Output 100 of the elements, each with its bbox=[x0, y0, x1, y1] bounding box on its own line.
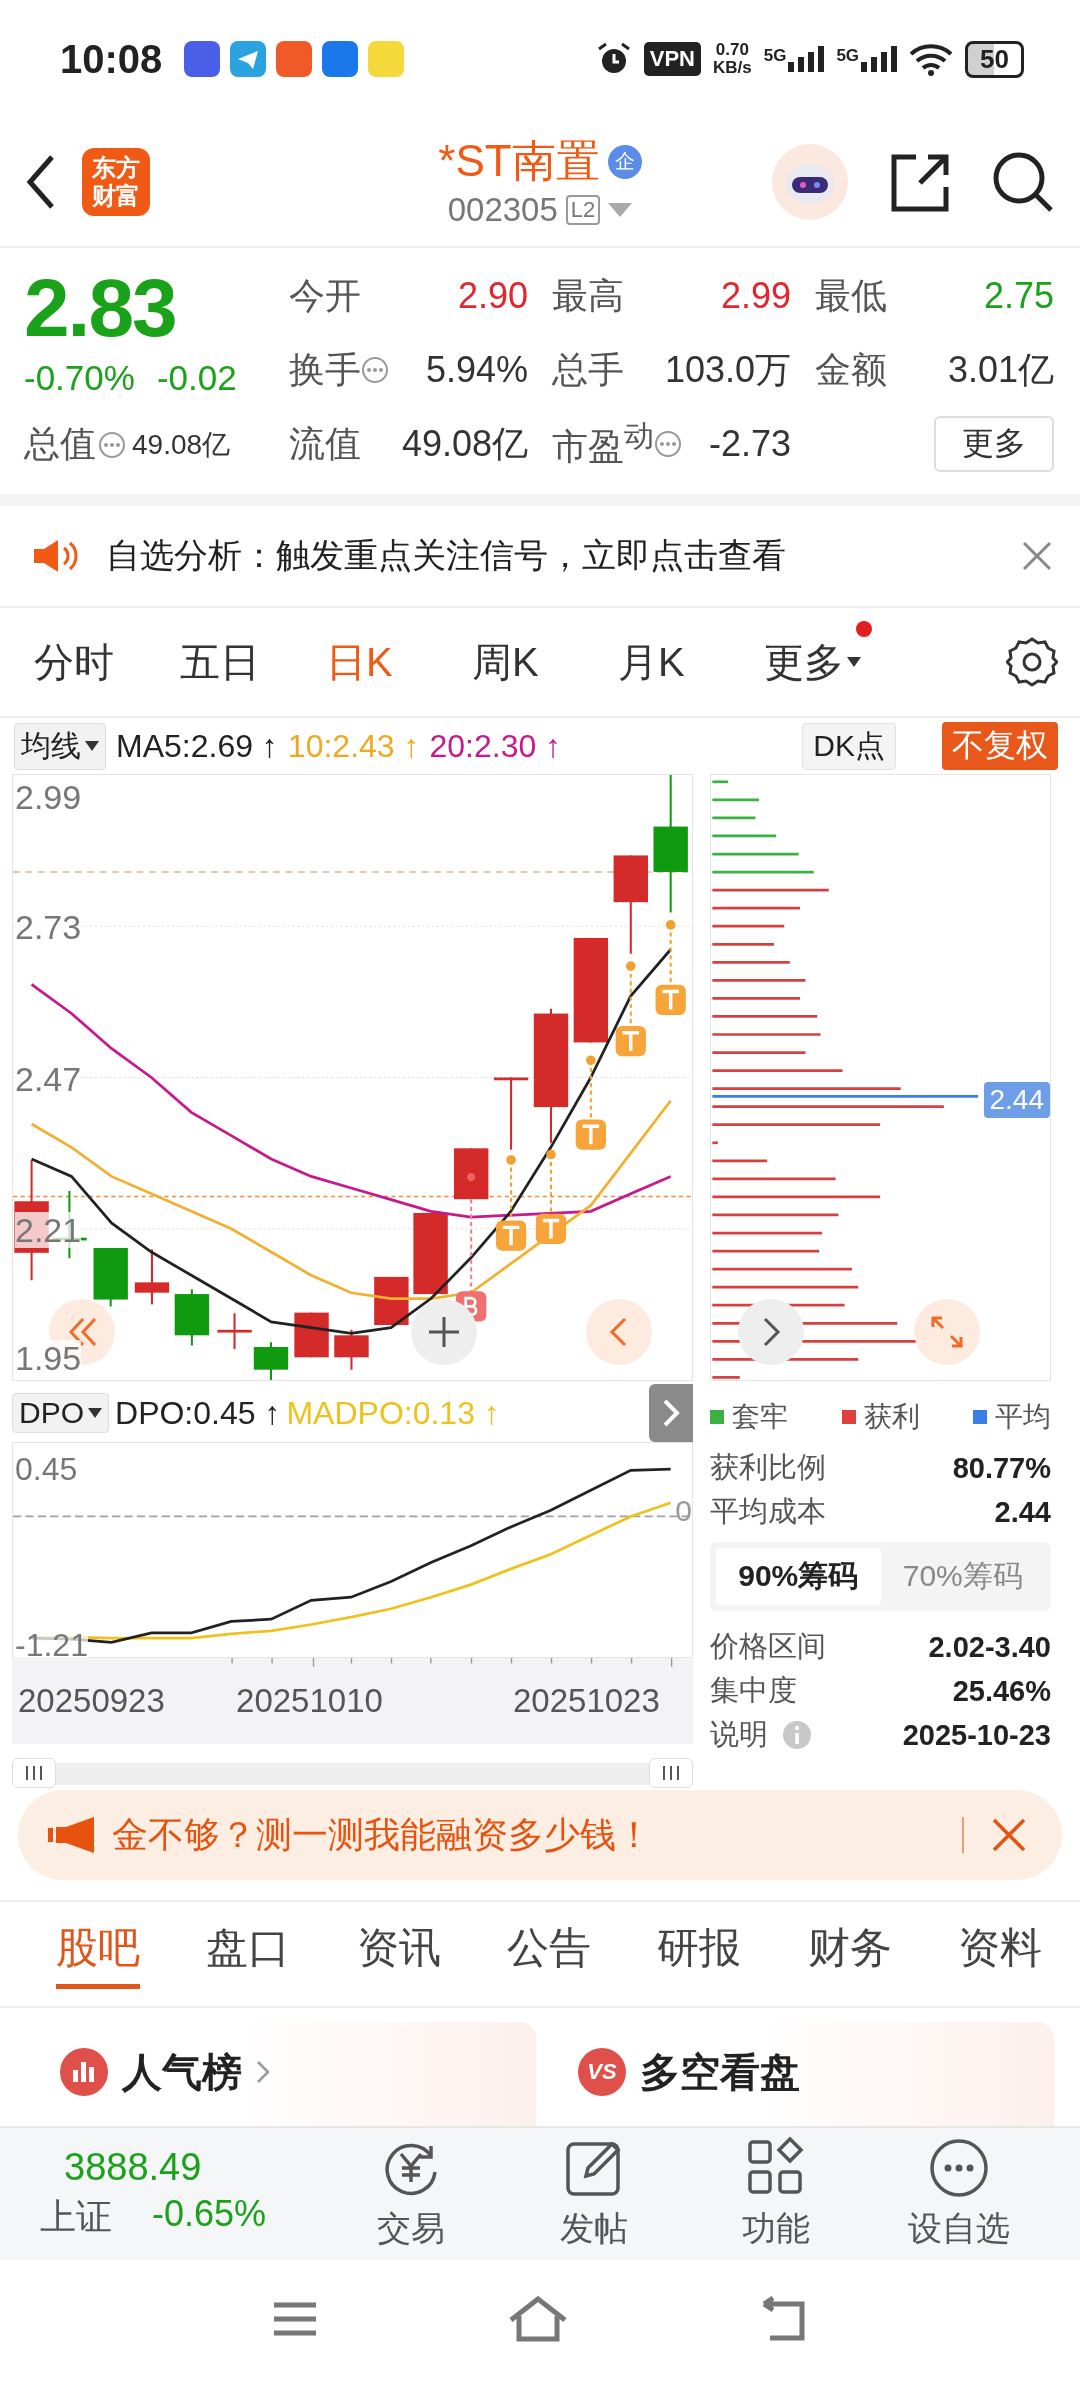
stat-value: 2.90 bbox=[457, 275, 528, 317]
dpo-value: MADPO:0.13 ↑ bbox=[286, 1394, 500, 1432]
wifi-icon bbox=[909, 42, 954, 76]
chip-stat-label: 平均成本 bbox=[710, 1494, 826, 1529]
zoom-in-button[interactable] bbox=[411, 1299, 477, 1365]
stat-label: 今开 bbox=[289, 273, 361, 318]
index-name: 上证 bbox=[40, 2195, 112, 2239]
promo-text: 金不够？测一测我能融资多少钱！ bbox=[112, 1812, 652, 1857]
settings-icon[interactable] bbox=[1006, 636, 1058, 688]
section-tab[interactable]: 盘口 bbox=[206, 1919, 291, 1989]
period-tab[interactable]: 月K bbox=[618, 634, 685, 690]
chip-stat-label: 价格区间 bbox=[710, 1629, 826, 1664]
chip-stat-value: 2025-10-23 bbox=[902, 1718, 1051, 1752]
change-amount: -0.02 bbox=[156, 357, 237, 399]
period-tab[interactable]: 更多 bbox=[764, 634, 844, 690]
chevron-right-icon bbox=[661, 1398, 681, 1428]
search-icon[interactable] bbox=[992, 151, 1054, 213]
chip-stat-value: 80.77% bbox=[952, 1451, 1051, 1485]
signal-icon bbox=[861, 46, 898, 72]
dots-icon[interactable] bbox=[654, 430, 682, 458]
speaker-icon bbox=[32, 538, 78, 574]
plus-icon bbox=[427, 1315, 461, 1349]
candlestick bbox=[93, 1248, 128, 1307]
caret-icon[interactable] bbox=[847, 657, 861, 667]
robot-avatar-icon[interactable] bbox=[770, 142, 850, 222]
app-icon bbox=[322, 41, 359, 77]
chip-stat-value: 25.46% bbox=[952, 1674, 1051, 1708]
stat-value: 2.99 bbox=[720, 275, 791, 317]
toolbar-button[interactable]: 设自选 bbox=[867, 2136, 1050, 2252]
candlestick bbox=[253, 1342, 289, 1380]
app-icon bbox=[184, 41, 221, 77]
ma-value: 20:2.30 ↑ bbox=[429, 727, 562, 765]
expand-icon bbox=[930, 1315, 964, 1349]
chip-tab[interactable]: 90%筹码 bbox=[716, 1548, 881, 1605]
date-label: 20251010 bbox=[236, 1682, 383, 1720]
toolbar-button[interactable]: 交易 bbox=[320, 2136, 503, 2252]
section-tab[interactable]: 资讯 bbox=[356, 1919, 441, 1989]
date-label: 20251023 bbox=[513, 1682, 660, 1720]
next-button[interactable] bbox=[649, 1384, 693, 1442]
candlestick bbox=[294, 1312, 329, 1358]
stat-label: 总手 bbox=[552, 347, 624, 392]
home-icon[interactable] bbox=[508, 2296, 568, 2342]
stat-label: 总值 bbox=[24, 422, 96, 466]
section-tab[interactable]: 研报 bbox=[657, 1919, 742, 1989]
card-title: 多空看盘 bbox=[640, 2049, 800, 2096]
indicator-dropdown[interactable]: 均线 bbox=[14, 722, 106, 770]
stat-label: 最高 bbox=[552, 273, 624, 318]
network-type: 5G bbox=[836, 46, 860, 66]
status-time: 10:08 bbox=[60, 36, 163, 82]
grip-icon bbox=[661, 1766, 681, 1780]
network-type: 5G bbox=[763, 46, 787, 66]
section-tab[interactable]: 公告 bbox=[507, 1919, 591, 1989]
toolbar-button[interactable]: 发帖 bbox=[502, 2136, 685, 2252]
chip-stat-label: 说明 bbox=[710, 1717, 768, 1752]
candlestick bbox=[453, 1148, 489, 1200]
candlestick bbox=[334, 1329, 369, 1370]
section-tab[interactable]: 财务 bbox=[807, 1919, 892, 1989]
menu-icon[interactable] bbox=[272, 2301, 318, 2337]
section-tab[interactable]: 股吧 bbox=[56, 1919, 140, 1989]
change-percent: -0.70% bbox=[24, 357, 135, 399]
dpo-value: DPO:0.45 ↑ bbox=[115, 1394, 281, 1432]
stat-value: 3.01亿 bbox=[947, 347, 1054, 392]
stat-value: 103.0万 bbox=[664, 347, 791, 392]
stat-value: 5.94% bbox=[425, 349, 528, 391]
indicator-dropdown[interactable]: DPO bbox=[12, 1393, 109, 1433]
back-icon[interactable] bbox=[26, 154, 56, 210]
battery-icon: 50 bbox=[965, 40, 1024, 78]
legend-label: 套牢 bbox=[732, 1400, 788, 1434]
app-icon bbox=[276, 41, 313, 77]
dk-button[interactable]: DK点 bbox=[802, 722, 896, 770]
ma-value: MA5:2.69 ↑ bbox=[116, 727, 278, 765]
candlestick bbox=[134, 1249, 170, 1305]
current-price: 2.83 bbox=[24, 261, 177, 355]
period-tab[interactable]: 分时 bbox=[34, 634, 114, 690]
period-tab[interactable]: 周K bbox=[472, 634, 539, 690]
close-icon[interactable] bbox=[1022, 541, 1052, 571]
section-tab[interactable]: 资料 bbox=[957, 1919, 1042, 1989]
level-badge: L2 bbox=[565, 195, 601, 225]
legend-label: 获利 bbox=[863, 1400, 920, 1434]
close-icon[interactable] bbox=[992, 1818, 1026, 1852]
period-tab[interactable]: 五日 bbox=[180, 634, 260, 690]
date-label: 20250923 bbox=[18, 1682, 165, 1720]
more-button[interactable]: 更多 bbox=[934, 416, 1054, 472]
bar-chart-icon bbox=[60, 2048, 108, 2096]
dots-icon[interactable] bbox=[361, 356, 389, 384]
signal-icon bbox=[788, 46, 825, 72]
stat-label: 最低 bbox=[815, 273, 887, 318]
candlestick bbox=[217, 1313, 252, 1350]
enterprise-badge: 企 bbox=[607, 144, 642, 179]
ma-value: 10:2.43 ↑ bbox=[287, 727, 420, 765]
stat-label: 流值 bbox=[289, 421, 361, 466]
toolbar-button[interactable]: 功能 bbox=[685, 2136, 868, 2252]
adjust-button[interactable]: 不复权 bbox=[942, 722, 1058, 770]
dropdown-icon[interactable] bbox=[608, 203, 633, 217]
notice-text[interactable]: 自选分析：触发重点关注信号，立即点击查看 bbox=[106, 533, 994, 579]
scroll-bar[interactable] bbox=[12, 1758, 693, 1788]
chip-stat-value: 2.44 bbox=[994, 1495, 1051, 1529]
dots-icon[interactable] bbox=[98, 430, 126, 459]
card-title: 人气榜 bbox=[122, 2049, 242, 2096]
chip-stat-label: 集中度 bbox=[710, 1673, 797, 1708]
